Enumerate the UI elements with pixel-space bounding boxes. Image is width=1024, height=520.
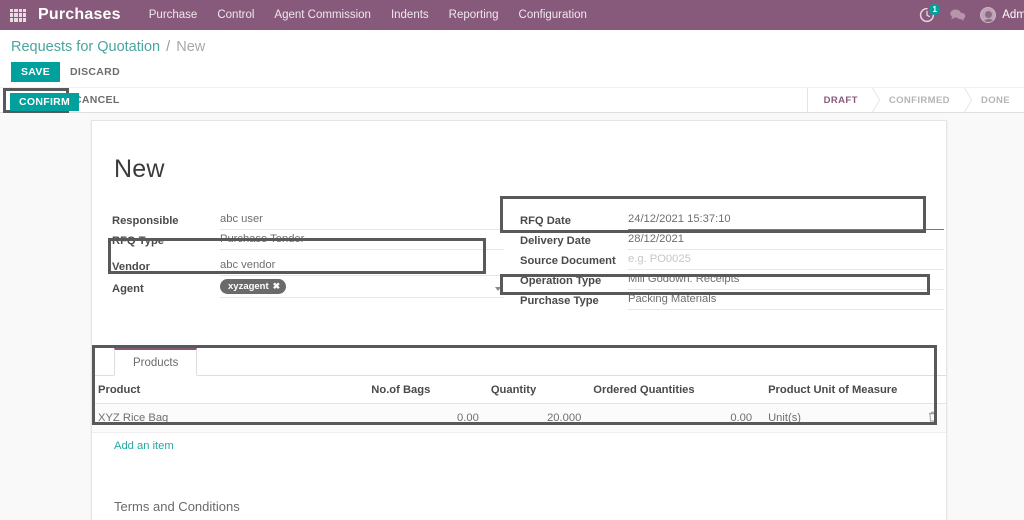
terms-and-conditions-label: Terms and Conditions [114, 499, 240, 514]
field-label-rfq-date: RFQ Date [520, 215, 571, 227]
field-label-responsible: Responsible [112, 215, 179, 227]
agent-tag-label: xyzagent [228, 281, 269, 292]
record-edit-buttons: SAVE DISCARD [11, 62, 120, 82]
column-header-no-of-bags[interactable]: No.of Bags [365, 376, 485, 404]
page-title: New [114, 155, 165, 183]
column-header-quantity[interactable]: Quantity [484, 376, 588, 404]
field-responsible: Responsible abc user [112, 210, 504, 230]
field-value-vendor[interactable]: abc vendor [220, 258, 504, 276]
field-label-rfq-type: RFQ Type [112, 235, 165, 247]
field-agent: Agent xyzagent ✖ [112, 276, 504, 298]
confirm-button[interactable]: CONFIRM [10, 93, 80, 111]
cell-product[interactable]: XYZ Rice Bag [92, 403, 366, 433]
menu-item-reporting[interactable]: Reporting [449, 9, 499, 21]
notebook: Products Product No.of Bags Quantity Ord… [92, 348, 946, 461]
top-navbar: Purchases Purchase Control Agent Commiss… [0, 0, 1024, 30]
field-value-purchase-type[interactable]: Packing Materials [628, 292, 944, 310]
save-button[interactable]: SAVE [11, 62, 61, 82]
user-name-label: Administrator [1002, 9, 1024, 21]
cell-no-of-bags[interactable]: 0.00 [365, 403, 485, 433]
field-value-operation-type[interactable]: Mill Godown: Receipts [628, 272, 944, 290]
chevron-down-icon[interactable] [495, 287, 501, 291]
avatar [980, 7, 997, 23]
menu-item-configuration[interactable]: Configuration [519, 9, 587, 21]
table-row[interactable]: XYZ Rice Bag 0.00 20.000 0.00 Unit(s) [92, 403, 946, 433]
delete-line-button[interactable] [920, 403, 946, 433]
table-header-row: Product No.of Bags Quantity Ordered Quan… [92, 376, 946, 404]
status-pipeline: DRAFT CONFIRMED DONE [806, 88, 1024, 112]
form-sheet-viewport: New Responsible abc user RFQ Type Purcha… [0, 114, 1024, 520]
field-vendor: Vendor abc vendor [112, 256, 504, 276]
field-label-purchase-type: Purchase Type [520, 295, 599, 307]
field-label-agent: Agent [112, 283, 144, 295]
apps-grid-icon[interactable] [10, 8, 26, 22]
field-rfq-type: RFQ Type Purchase Tender [112, 230, 504, 250]
user-menu[interactable]: Administrator [980, 7, 1024, 23]
breadcrumb-current: New [176, 39, 206, 55]
column-header-product-uom[interactable]: Product Unit of Measure [758, 376, 921, 404]
order-lines-container: Product No.of Bags Quantity Ordered Quan… [92, 376, 946, 461]
form-field-grid: Responsible abc user RFQ Type Purchase T… [92, 210, 946, 310]
menu-item-agent-commission[interactable]: Agent Commission [274, 9, 371, 21]
status-step-confirmed[interactable]: CONFIRMED [871, 88, 973, 112]
add-an-item-link[interactable]: Add an item [92, 433, 946, 461]
messages-menu[interactable] [949, 8, 966, 22]
activity-menu[interactable]: 1 [919, 4, 941, 23]
field-purchase-type: Purchase Type Packing Materials [520, 290, 944, 310]
app-brand-title[interactable]: Purchases [38, 6, 121, 24]
remove-tag-icon[interactable]: ✖ [273, 281, 281, 291]
column-header-actions [920, 376, 946, 404]
field-value-delivery-date[interactable]: 28/12/2021 [628, 232, 944, 250]
form-left-column: Responsible abc user RFQ Type Purchase T… [92, 210, 504, 310]
agent-tag[interactable]: xyzagent ✖ [220, 279, 287, 294]
breadcrumb: Requests for Quotation / New [11, 39, 205, 55]
status-step-draft[interactable]: DRAFT [806, 88, 881, 112]
cell-ordered-quantities[interactable]: 0.00 [587, 403, 759, 433]
control-panel: Requests for Quotation / New SAVE DISCAR… [0, 30, 1024, 87]
column-header-product[interactable]: Product [92, 376, 366, 404]
menu-item-control[interactable]: Control [217, 9, 254, 21]
menu-item-purchase[interactable]: Purchase [149, 9, 198, 21]
breadcrumb-root-link[interactable]: Requests for Quotation [11, 39, 160, 55]
activity-count-badge: 1 [929, 4, 941, 15]
field-label-delivery-date: Delivery Date [520, 235, 591, 247]
tab-products[interactable]: Products [114, 348, 198, 376]
notebook-tabs: Products [92, 348, 946, 376]
main-menu: Purchase Control Agent Commission Indent… [149, 9, 587, 21]
field-rfq-date: RFQ Date 24/12/2021 15:37:10 [520, 210, 944, 230]
discard-button[interactable]: DISCARD [70, 66, 120, 78]
breadcrumb-separator: / [166, 39, 171, 55]
field-value-rfq-type[interactable]: Purchase Tender [220, 232, 504, 250]
chat-bubble-icon [950, 9, 966, 21]
field-source-document: Source Document e.g. PO0025 [520, 250, 944, 270]
menu-item-indents[interactable]: Indents [391, 9, 429, 21]
cell-product-uom[interactable]: Unit(s) [758, 403, 921, 433]
trash-icon [929, 411, 938, 422]
field-value-responsible[interactable]: abc user [220, 212, 504, 230]
form-sheet: New Responsible abc user RFQ Type Purcha… [91, 120, 947, 520]
navbar-right-section: 1 Administrator [919, 0, 1024, 30]
field-label-source-document: Source Document [520, 255, 616, 267]
order-lines-table: Product No.of Bags Quantity Ordered Quan… [92, 376, 946, 433]
column-header-ordered-quantities[interactable]: Ordered Quantities [587, 376, 759, 404]
field-value-source-document[interactable]: e.g. PO0025 [628, 252, 944, 270]
field-operation-type: Operation Type Mill Godown: Receipts [520, 270, 944, 290]
field-label-operation-type: Operation Type [520, 275, 602, 287]
cell-quantity[interactable]: 20.000 [484, 403, 588, 433]
form-right-column: RFQ Date 24/12/2021 15:37:10 Delivery Da… [504, 210, 944, 310]
cancel-button[interactable]: CANCEL [74, 94, 120, 106]
field-value-rfq-date[interactable]: 24/12/2021 15:37:10 [628, 212, 944, 230]
field-label-vendor: Vendor [112, 261, 150, 273]
field-value-agent[interactable]: xyzagent ✖ [220, 279, 504, 298]
field-delivery-date: Delivery Date 28/12/2021 [520, 230, 944, 250]
status-step-done[interactable]: DONE [963, 88, 1024, 112]
